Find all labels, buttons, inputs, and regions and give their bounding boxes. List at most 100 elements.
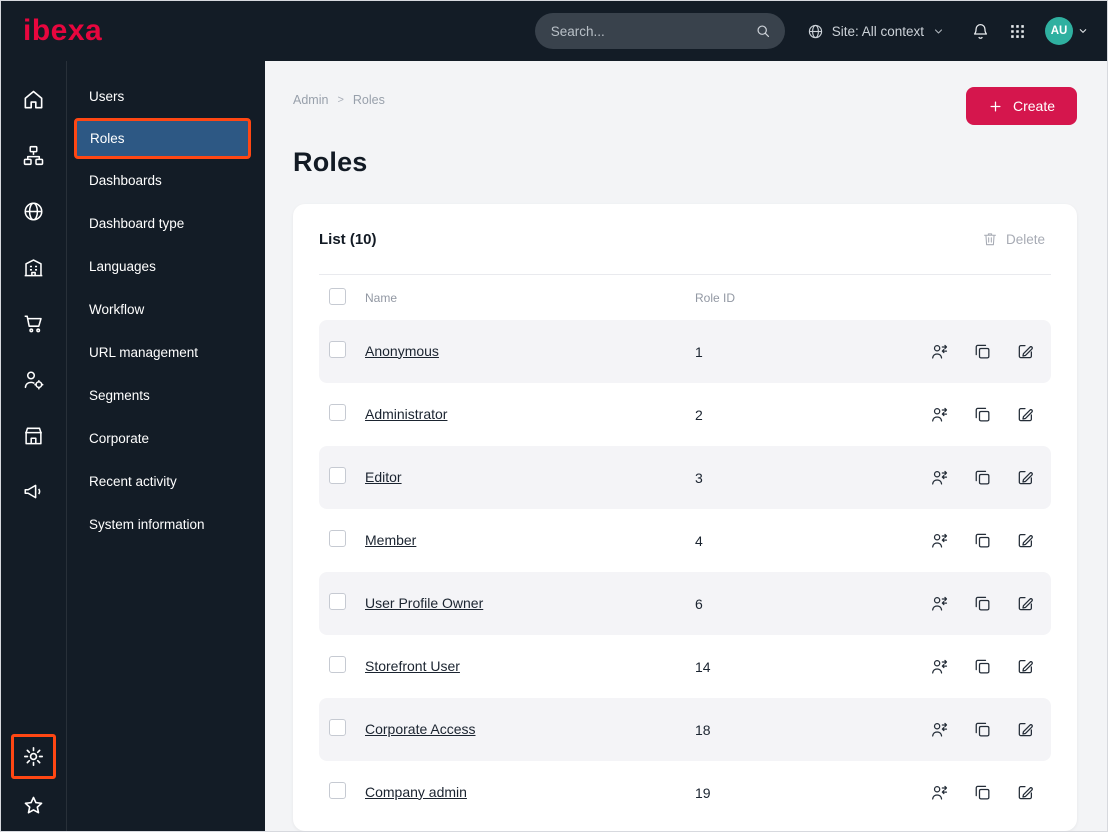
assign-users-icon	[930, 342, 949, 361]
star-icon[interactable]	[22, 794, 45, 817]
role-name-link[interactable]: Company admin	[365, 784, 467, 800]
user-settings-icon[interactable]	[22, 368, 45, 391]
trash-icon	[982, 231, 998, 247]
delete-button[interactable]: Delete	[976, 230, 1051, 248]
row-checkbox[interactable]	[329, 466, 346, 484]
assign-button[interactable]	[930, 468, 949, 487]
sidebar-item-users[interactable]: Users	[67, 75, 265, 118]
select-all-checkbox[interactable]	[329, 287, 346, 305]
sidebar-item-recent-activity[interactable]: Recent activity	[67, 460, 265, 503]
sidebar-item-corporate[interactable]: Corporate	[67, 417, 265, 460]
edit-button[interactable]	[1016, 657, 1035, 676]
sidebar-item-url-management[interactable]: URL management	[67, 331, 265, 374]
cart-icon[interactable]	[22, 312, 45, 335]
copy-button[interactable]	[973, 342, 992, 361]
row-checkbox[interactable]	[329, 781, 346, 799]
assign-users-icon	[930, 720, 949, 739]
copy-button[interactable]	[973, 594, 992, 613]
plus-icon	[988, 99, 1003, 114]
sidebar-item-roles[interactable]: Roles	[74, 118, 251, 159]
page-title: Roles	[293, 147, 368, 177]
copy-button[interactable]	[973, 783, 992, 802]
assign-button[interactable]	[930, 594, 949, 613]
column-header-name: Name	[365, 290, 398, 305]
storefront-icon[interactable]	[22, 424, 45, 447]
copy-button[interactable]	[973, 405, 992, 424]
sidebar-item-languages[interactable]: Languages	[67, 245, 265, 288]
role-name-link[interactable]: Administrator	[365, 406, 447, 422]
copy-icon	[973, 720, 992, 739]
site-context-selector[interactable]: Site: All context	[807, 23, 945, 40]
assign-button[interactable]	[930, 531, 949, 550]
assign-button[interactable]	[930, 783, 949, 802]
role-name-link[interactable]: Anonymous	[365, 343, 439, 359]
edit-icon	[1016, 342, 1035, 361]
apps-grid-icon	[1008, 22, 1027, 41]
edit-button[interactable]	[1016, 342, 1035, 361]
role-name-link[interactable]: Member	[365, 532, 416, 548]
copy-button[interactable]	[973, 657, 992, 676]
icon-rail	[1, 61, 67, 831]
row-checkbox[interactable]	[329, 592, 346, 610]
copy-button[interactable]	[973, 531, 992, 550]
breadcrumb: Admin > Roles	[293, 87, 385, 107]
assign-button[interactable]	[930, 720, 949, 739]
building-icon[interactable]	[22, 256, 45, 279]
globe-icon[interactable]	[22, 200, 45, 223]
notifications-button[interactable]	[971, 22, 990, 41]
role-name-link[interactable]: User Profile Owner	[365, 595, 483, 611]
search-input[interactable]	[548, 22, 747, 40]
row-checkbox[interactable]	[329, 340, 346, 358]
sidebar-item-dashboards[interactable]: Dashboards	[67, 159, 265, 202]
breadcrumb-separator: >	[337, 94, 344, 106]
copy-button[interactable]	[973, 468, 992, 487]
global-search[interactable]	[534, 13, 785, 49]
assign-button[interactable]	[930, 342, 949, 361]
gear-icon[interactable]	[22, 745, 45, 768]
edit-button[interactable]	[1016, 405, 1035, 424]
apps-menu-button[interactable]	[1008, 22, 1027, 41]
role-name-link[interactable]: Editor	[365, 469, 402, 485]
assign-button[interactable]	[930, 657, 949, 676]
main-content: Admin > Roles Create Roles List (10) Del…	[265, 61, 1107, 831]
edit-button[interactable]	[1016, 783, 1035, 802]
copy-button[interactable]	[973, 720, 992, 739]
assign-users-icon	[930, 468, 949, 487]
edit-button[interactable]	[1016, 468, 1035, 487]
row-checkbox[interactable]	[329, 529, 346, 547]
home-icon[interactable]	[22, 88, 45, 111]
edit-button[interactable]	[1016, 594, 1035, 613]
role-id: 2	[695, 406, 703, 423]
role-id: 6	[695, 595, 703, 612]
edit-button[interactable]	[1016, 720, 1035, 739]
table-row: Corporate Access 18	[319, 698, 1051, 761]
table-body: Anonymous 1 Administrator 2 Editor 3 Mem…	[319, 320, 1051, 824]
site-context-label: Site: All context	[831, 23, 924, 39]
assign-button[interactable]	[930, 405, 949, 424]
edit-button[interactable]	[1016, 531, 1035, 550]
breadcrumb-admin[interactable]: Admin	[293, 93, 328, 107]
role-id: 18	[695, 721, 711, 738]
sidebar-item-system-information[interactable]: System information	[67, 503, 265, 546]
row-checkbox[interactable]	[329, 718, 346, 736]
icon-rail-bottom	[11, 734, 56, 817]
user-menu[interactable]: AU	[1045, 17, 1089, 45]
sidebar-item-segments[interactable]: Segments	[67, 374, 265, 417]
table-row: Anonymous 1	[319, 320, 1051, 383]
copy-icon	[973, 468, 992, 487]
sidebar-item-workflow[interactable]: Workflow	[67, 288, 265, 331]
top-bar: ibexa Site: All context AU	[1, 1, 1107, 61]
content-tree-icon[interactable]	[22, 144, 45, 167]
megaphone-icon[interactable]	[22, 480, 45, 503]
row-checkbox[interactable]	[329, 403, 346, 421]
sidebar-item-dashboard-type[interactable]: Dashboard type	[67, 202, 265, 245]
edit-icon	[1016, 531, 1035, 550]
copy-icon	[973, 657, 992, 676]
create-button-label: Create	[1012, 98, 1055, 114]
list-count-title: List (10)	[319, 230, 377, 248]
copy-icon	[973, 405, 992, 424]
role-name-link[interactable]: Corporate Access	[365, 721, 476, 737]
create-button[interactable]: Create	[965, 87, 1077, 125]
role-name-link[interactable]: Storefront User	[365, 658, 460, 674]
row-checkbox[interactable]	[329, 655, 346, 673]
